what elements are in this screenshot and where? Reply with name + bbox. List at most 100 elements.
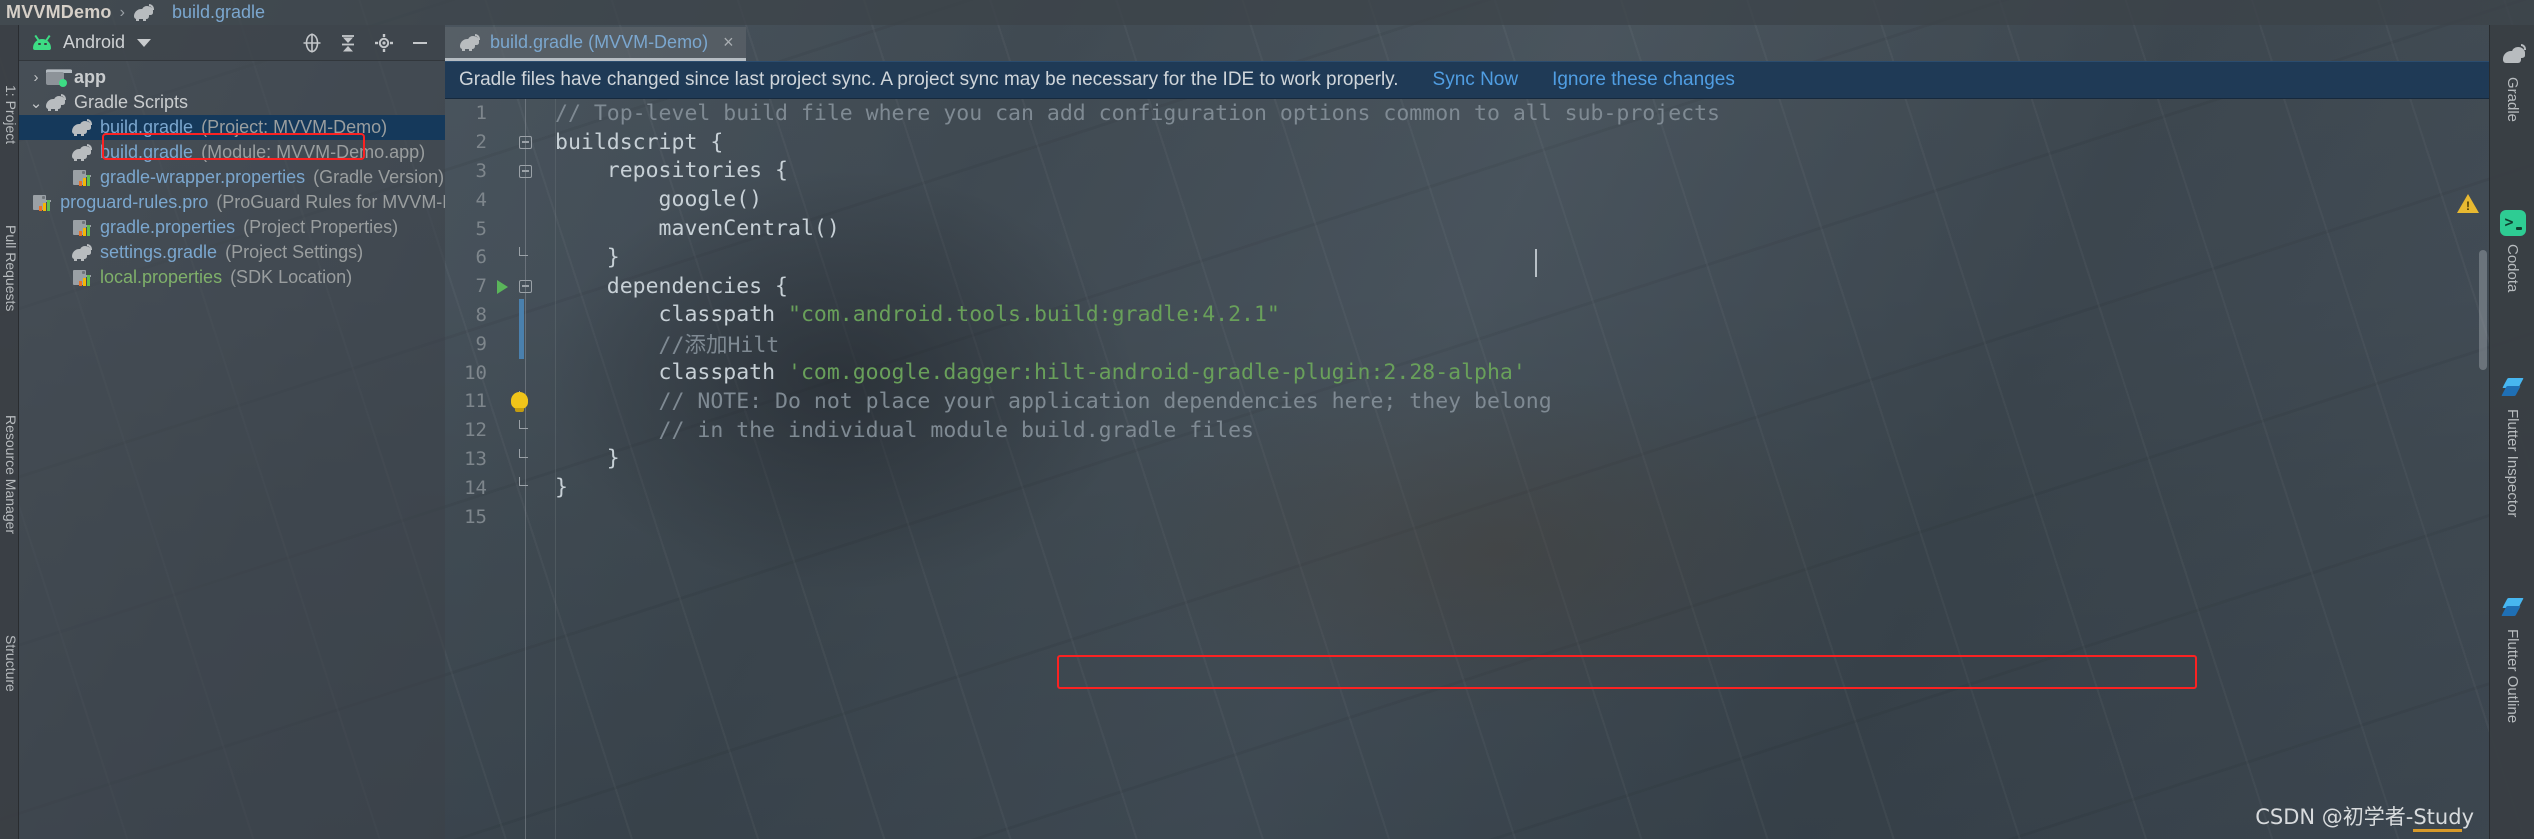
code-line[interactable]: 14} (445, 473, 2489, 502)
line-number: 5 (475, 217, 487, 240)
project-tree[interactable]: › app ⌄ Gradle Scripts . build.gradle (P… (19, 61, 445, 290)
tool-window-project[interactable]: 1: Project (0, 85, 19, 205)
locate-target-icon[interactable] (301, 32, 323, 54)
gutter-marker-area[interactable] (497, 301, 555, 330)
tool-window-flutter-inspector[interactable]: Flutter Inspector (2490, 375, 2534, 517)
watermark: CSDN @初学者-Study (2255, 801, 2474, 832)
tool-window-pull-requests[interactable]: Pull Requests (0, 225, 19, 395)
fold-end-icon[interactable] (519, 448, 528, 458)
gradle-elephant-icon (71, 143, 93, 162)
editor-scrollbar-thumb[interactable] (2479, 250, 2487, 370)
sync-now-link[interactable]: Sync Now (1433, 69, 1519, 91)
gutter-marker-area[interactable] (497, 185, 555, 214)
tree-row[interactable]: › app (19, 65, 445, 90)
tree-row[interactable]: ⌄ Gradle Scripts (19, 90, 445, 115)
gutter-marker-area[interactable] (497, 214, 555, 243)
code-line-text: // Top-level build file where you can ad… (555, 100, 1720, 126)
editor-tab-build-gradle[interactable]: build.gradle (MVVM-Demo) × (445, 27, 746, 61)
code-line[interactable]: 8 classpath "com.android.tools.build:gra… (445, 301, 2489, 330)
tree-row[interactable]: . settings.gradle (Project Settings) (19, 240, 445, 265)
close-icon[interactable]: × (723, 32, 734, 53)
fold-collapse-icon[interactable] (519, 164, 532, 178)
code-line[interactable]: 3 repositories { (445, 157, 2489, 186)
code-editor[interactable]: 1 // Top-level build file where you can a… (445, 99, 2489, 839)
tool-window-structure[interactable]: Structure (0, 635, 19, 775)
tool-window-resource-manager[interactable]: Resource Manager (0, 415, 19, 615)
tool-window-codota[interactable]: Codota (2490, 210, 2534, 292)
line-number: 2 (475, 131, 487, 154)
breadcrumb-file[interactable]: build.gradle (172, 2, 265, 23)
breadcrumb-project[interactable]: MVVMDemo (6, 2, 112, 23)
gutter-marker-area[interactable] (497, 157, 555, 186)
code-line[interactable]: 13 } (445, 445, 2489, 474)
tree-node-meta: (Gradle Version) (313, 167, 445, 187)
tree-node-label: Gradle Scripts (74, 92, 189, 112)
gutter-marker-area[interactable] (497, 445, 555, 474)
gutter-marker-area[interactable] (497, 358, 555, 387)
fold-collapse-icon[interactable] (519, 135, 532, 149)
gutter-marker-area[interactable] (497, 243, 555, 272)
tree-node-label: app (74, 67, 107, 87)
fold-end-icon[interactable] (519, 419, 528, 429)
gutter-marker-area[interactable] (497, 473, 555, 502)
editor-tab-strip: build.gradle (MVVM-Demo) × (445, 25, 2489, 61)
code-line[interactable]: 12 // in the individual module build.gra… (445, 416, 2489, 445)
line-number: 6 (475, 246, 487, 269)
gutter-marker-area[interactable] (497, 502, 555, 531)
tree-row[interactable]: . proguard-rules.pro (ProGuard Rules for… (19, 190, 445, 215)
tree-node-label: proguard-rules.pro (60, 192, 209, 212)
collapse-all-icon[interactable] (337, 32, 359, 54)
code-line[interactable]: 7 dependencies { (445, 272, 2489, 301)
tree-row[interactable]: . build.gradle (Module: MVVM-Demo.app) (19, 140, 445, 165)
tree-node-label: settings.gradle (100, 242, 218, 262)
code-line[interactable]: 9 //添加Hilt (445, 329, 2489, 359)
fold-collapse-icon[interactable] (519, 279, 532, 293)
editor-area: build.gradle (MVVM-Demo) × Gradle files … (445, 25, 2489, 839)
code-line[interactable]: 10 classpath 'com.google.dagger:hilt-and… (445, 358, 2489, 387)
tree-indent: . (27, 244, 45, 261)
project-view-selector[interactable]: Android (63, 32, 125, 53)
code-line-text: repositories { (555, 158, 788, 184)
tree-row[interactable]: . local.properties (SDK Location) (19, 265, 445, 290)
gutter-marker-area[interactable] (497, 387, 555, 416)
code-line[interactable]: 4 google() (445, 185, 2489, 214)
gutter-marker-area[interactable] (497, 329, 555, 358)
tree-row[interactable]: . gradle-wrapper.properties (Gradle Vers… (19, 165, 445, 190)
code-line[interactable]: 1 // Top-level build file where you can a… (445, 99, 2489, 128)
tree-row[interactable]: . gradle.properties (Project Properties) (19, 215, 445, 240)
line-number: 7 (475, 275, 487, 298)
tree-node-label: local.properties (100, 267, 223, 287)
code-line-text: } (555, 475, 568, 501)
fold-end-icon[interactable] (519, 246, 528, 256)
settings-gear-icon[interactable] (373, 32, 395, 54)
intention-bulb-icon[interactable] (511, 391, 528, 412)
chevron-right-icon[interactable]: › (27, 69, 45, 86)
chevron-down-icon[interactable]: ⌄ (27, 94, 45, 112)
gutter-marker-area[interactable] (497, 99, 555, 128)
properties-file-icon (31, 194, 53, 212)
tree-node-label: build.gradle (100, 142, 194, 162)
tree-indent: . (27, 169, 45, 186)
gutter-marker-area[interactable] (497, 272, 555, 301)
run-gutter-icon[interactable] (497, 279, 508, 294)
line-number: 13 (464, 447, 487, 470)
tool-window-gradle[interactable]: Gradle (2490, 43, 2534, 122)
code-line[interactable]: 2 buildscript { (445, 128, 2489, 157)
code-line[interactable]: 15 (445, 502, 2489, 531)
tool-window-flutter-outline[interactable]: Flutter Outline (2490, 595, 2534, 723)
gutter-marker-area[interactable] (497, 416, 555, 445)
code-line[interactable]: 6 } (445, 243, 2489, 272)
chevron-down-icon[interactable] (137, 38, 152, 47)
minimize-icon[interactable] (409, 32, 431, 54)
ignore-these-changes-link[interactable]: Ignore these changes (1552, 69, 1735, 91)
tree-row-build-gradle-project[interactable]: . build.gradle (Project: MVVM-Demo) (19, 115, 445, 140)
gutter-marker-area[interactable] (497, 128, 555, 157)
left-tool-strip: 1: Project Pull Requests Resource Manage… (0, 25, 19, 839)
code-line-text: dependencies { (555, 273, 788, 299)
fold-end-icon[interactable] (519, 477, 528, 487)
code-line[interactable]: 5 mavenCentral() (445, 214, 2489, 243)
code-line[interactable]: 11 // NOTE: Do not place your applicatio… (445, 387, 2489, 416)
tree-node-label: gradle.properties (100, 217, 236, 237)
project-tool-window: Android › app ⌄ Gradle Scripts build.gra… (19, 25, 445, 839)
code-line-text: google() (555, 187, 763, 213)
